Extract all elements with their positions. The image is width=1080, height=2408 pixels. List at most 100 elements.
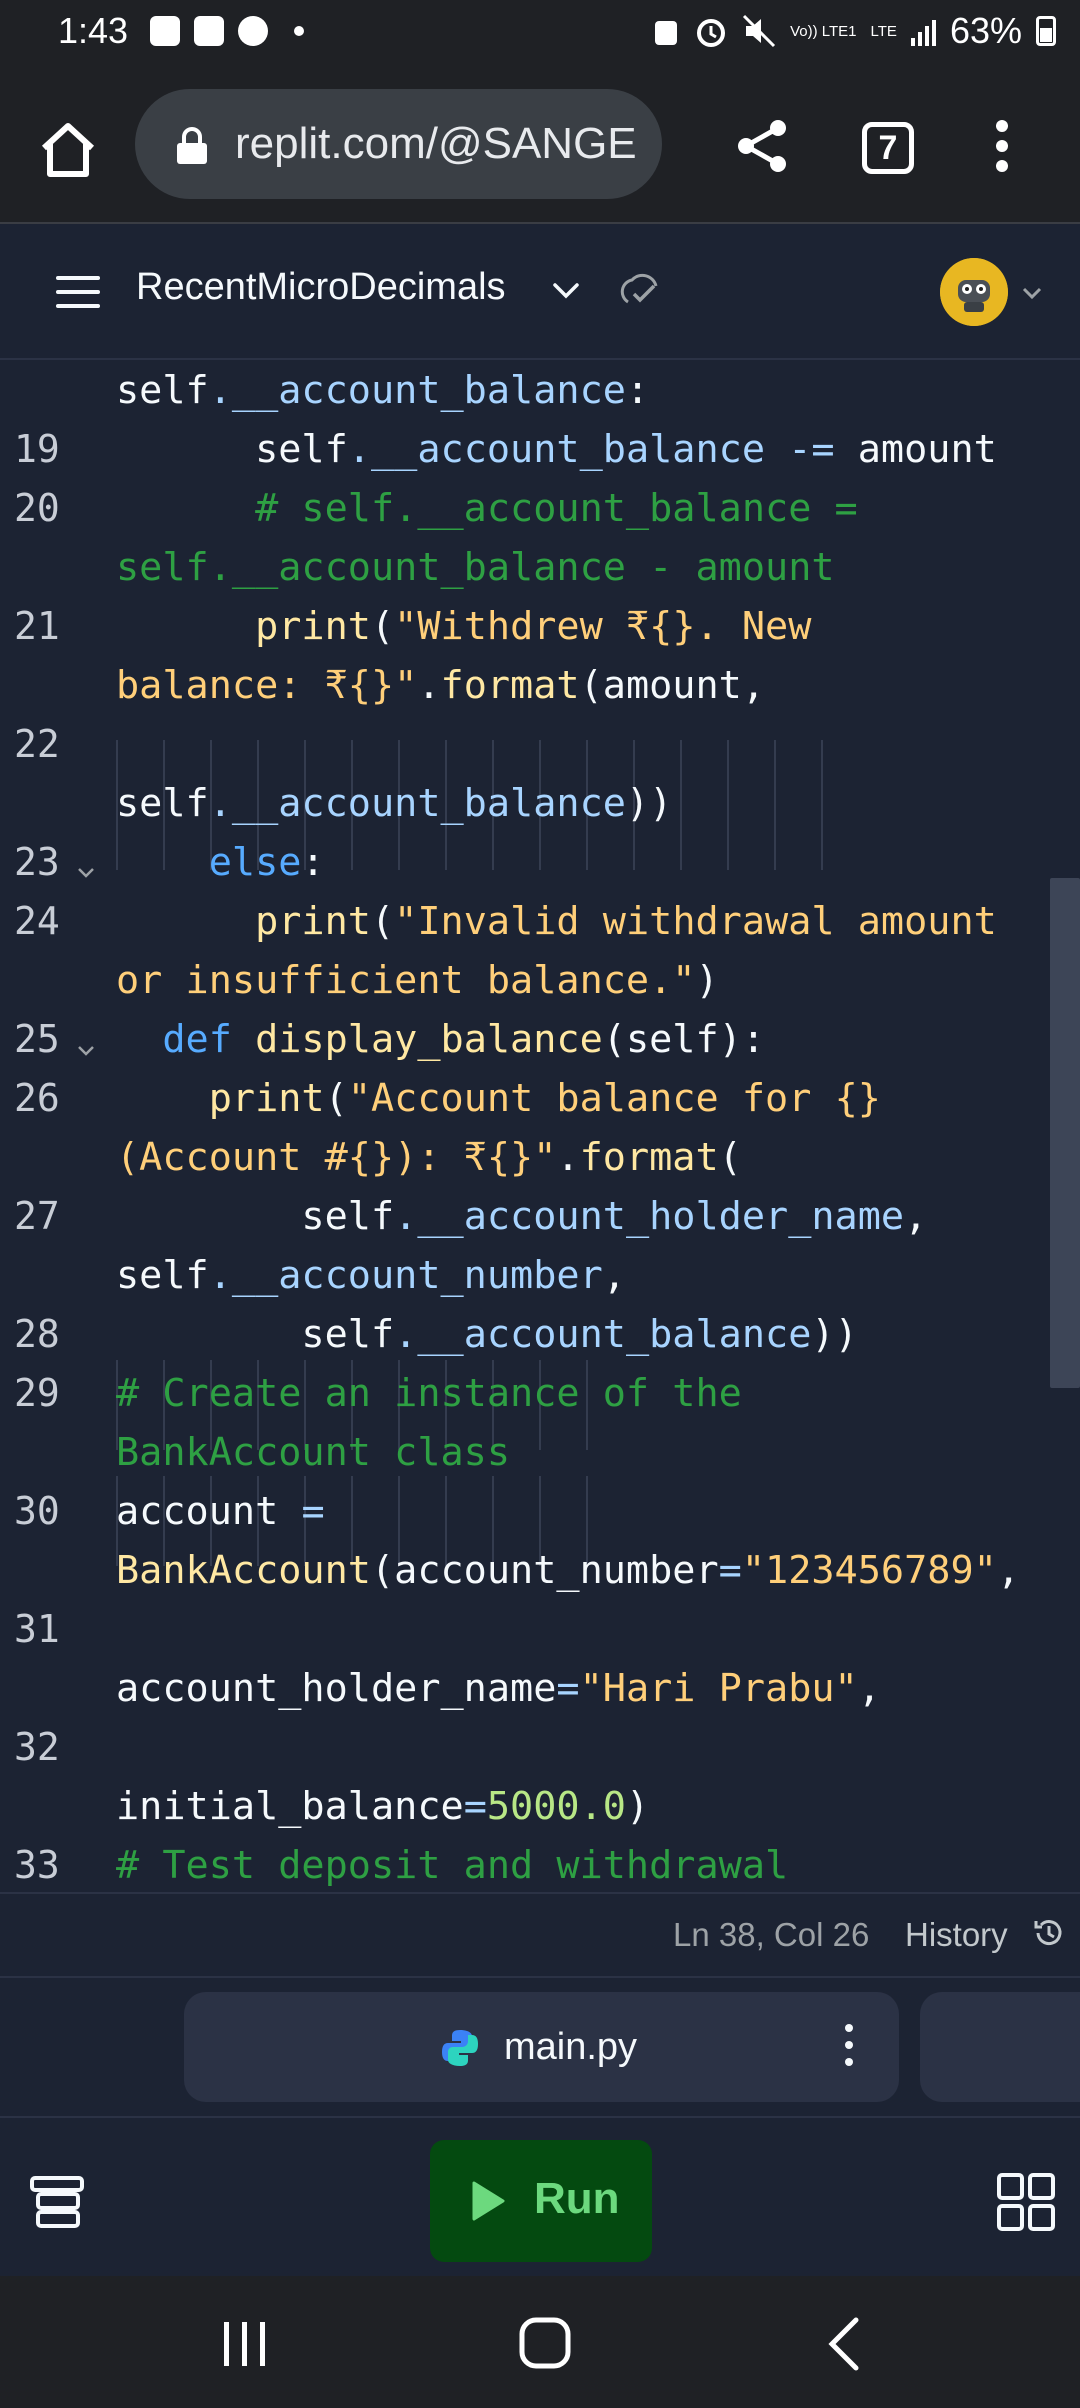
run-label: Run	[534, 2174, 620, 2223]
recents-icon[interactable]	[220, 2320, 270, 2368]
code-token: else	[208, 840, 302, 885]
code-token: account	[116, 1489, 302, 1534]
file-tab-next[interactable]	[920, 1992, 1080, 2102]
code-token: BankAccount class	[116, 1430, 511, 1475]
code-line[interactable]: account =	[116, 1489, 325, 1534]
code-token: self	[116, 1253, 209, 1298]
code-token: =	[301, 1489, 325, 1534]
code-token: ,	[602, 1253, 626, 1298]
code-line[interactable]: BankAccount(account_number="123456789",	[116, 1548, 1020, 1593]
line-number: 19	[14, 427, 60, 471]
sync-check-icon[interactable]	[618, 272, 662, 308]
code-token: ,	[904, 1194, 928, 1239]
file-tab-more-icon[interactable]	[844, 2024, 854, 2070]
code-editor[interactable]: self.__account_balance: self.__account_b…	[0, 360, 1080, 1892]
line-number: 32	[14, 1725, 60, 1769]
fold-chevron-icon[interactable]	[76, 866, 96, 880]
code-line[interactable]: (Account #{}): ₹{}".format(	[116, 1135, 742, 1180]
code-token: .__account_holder_name	[394, 1194, 905, 1239]
code-token: =	[556, 1666, 580, 1711]
recycle-icon	[655, 21, 678, 45]
code-token: .__account_balance	[208, 781, 626, 826]
code-token: =	[463, 1784, 487, 1829]
indent-guide	[727, 740, 729, 870]
grid-icon[interactable]	[996, 2172, 1056, 2232]
code-line[interactable]: print("Invalid withdrawal amount	[116, 899, 997, 944]
code-token: def	[162, 1017, 256, 1062]
hamburger-icon[interactable]	[56, 276, 100, 308]
run-button[interactable]: Run	[430, 2140, 652, 2262]
code-line[interactable]: print("Withdrew ₹{}. New	[116, 604, 811, 649]
history-button[interactable]: History	[905, 1916, 1008, 1954]
code-token: )	[625, 1784, 650, 1829]
code-line[interactable]: self.__account_balance))	[116, 781, 672, 826]
history-icon[interactable]	[1032, 1916, 1066, 1950]
code-line[interactable]: self.__account_number,	[116, 1253, 626, 1298]
code-line[interactable]: # self.__account_balance =	[116, 486, 858, 531]
code-line[interactable]: print("Account balance for {}	[116, 1076, 881, 1121]
line-number: 22	[14, 722, 60, 766]
code-line[interactable]: self.__account_holder_name,	[116, 1194, 927, 1239]
code-line[interactable]: self.__account_balance))	[116, 1312, 858, 1357]
code-token: amount	[834, 427, 997, 472]
avatar-image	[940, 258, 1008, 326]
code-token: initial_balance	[116, 1784, 464, 1829]
avatar[interactable]	[940, 258, 1008, 326]
tools-icon[interactable]	[28, 2172, 86, 2230]
code-line[interactable]: # Create an instance of the	[116, 1371, 742, 1416]
file-tabs: main.py	[0, 1978, 1080, 2116]
project-name[interactable]: RecentMicroDecimals	[136, 266, 506, 309]
cursor-position[interactable]: Ln 38, Col 26	[673, 1916, 869, 1954]
chrome-icon	[238, 16, 268, 46]
code-token: (self):	[602, 1017, 766, 1062]
share-icon[interactable]	[730, 114, 794, 178]
more-vert-icon[interactable]	[990, 114, 1014, 178]
editor-scrollbar[interactable]	[1050, 878, 1080, 1388]
home-icon[interactable]	[36, 118, 100, 182]
code-line[interactable]: else:	[116, 840, 325, 885]
code-line[interactable]: # Test deposit and withdrawal	[116, 1843, 788, 1888]
account-chevron-icon[interactable]	[1022, 286, 1042, 300]
code-line[interactable]: self.__account_balance -= amount	[116, 427, 997, 472]
code-token: -=	[788, 427, 835, 472]
line-number: 29	[14, 1371, 60, 1415]
code-token: ))	[625, 781, 673, 826]
code-line[interactable]: account_holder_name="Hari Prabu",	[116, 1666, 881, 1711]
gallery-icon	[150, 16, 180, 46]
volte-indicator: Vo)) LTE1	[790, 22, 857, 40]
browser-toolbar: replit.com/@SANGE 7	[0, 66, 1080, 224]
file-tab-main[interactable]: main.py	[184, 1992, 899, 2102]
code-line[interactable]: def display_balance(self):	[116, 1017, 765, 1062]
alarm-icon	[697, 19, 726, 47]
code-token: display_balance	[255, 1017, 603, 1062]
code-token: 5000.0	[486, 1784, 626, 1829]
code-token: # Create an instance of the	[116, 1371, 742, 1416]
line-number: 31	[14, 1607, 60, 1651]
code-token: :	[301, 840, 325, 885]
back-icon[interactable]	[826, 2316, 862, 2372]
mute-icon	[743, 14, 776, 48]
code-token: .__account_balance	[208, 368, 626, 413]
code-line[interactable]: self.__account_balance:	[116, 368, 649, 413]
python-icon	[442, 2030, 478, 2066]
status-bar: 1:43 Vo)) LTE1 LTE 63%	[0, 0, 1080, 66]
code-token: (	[370, 899, 395, 944]
code-line[interactable]: balance: ₹{}".format(amount,	[116, 663, 765, 708]
home-nav-icon[interactable]	[518, 2316, 572, 2370]
code-token: ))	[811, 1312, 858, 1357]
code-line[interactable]: BankAccount class	[116, 1430, 510, 1475]
code-line[interactable]: initial_balance=5000.0)	[116, 1784, 649, 1829]
chevron-down-icon[interactable]	[552, 282, 580, 300]
code-line[interactable]: self.__account_balance - amount	[116, 545, 835, 590]
tabs-button[interactable]: 7	[862, 122, 914, 174]
code-token: .__account_balance	[347, 427, 789, 472]
address-bar[interactable]: replit.com/@SANGE	[135, 89, 662, 199]
fold-chevron-icon[interactable]	[76, 1044, 96, 1058]
code-line[interactable]: or insufficient balance.")	[116, 958, 719, 1003]
code-token: (	[324, 1076, 348, 1121]
code-token: self	[116, 427, 348, 472]
lock-icon	[177, 127, 207, 164]
code-token: self.__account_balance - amount	[116, 545, 835, 590]
indent-guide	[821, 740, 823, 870]
